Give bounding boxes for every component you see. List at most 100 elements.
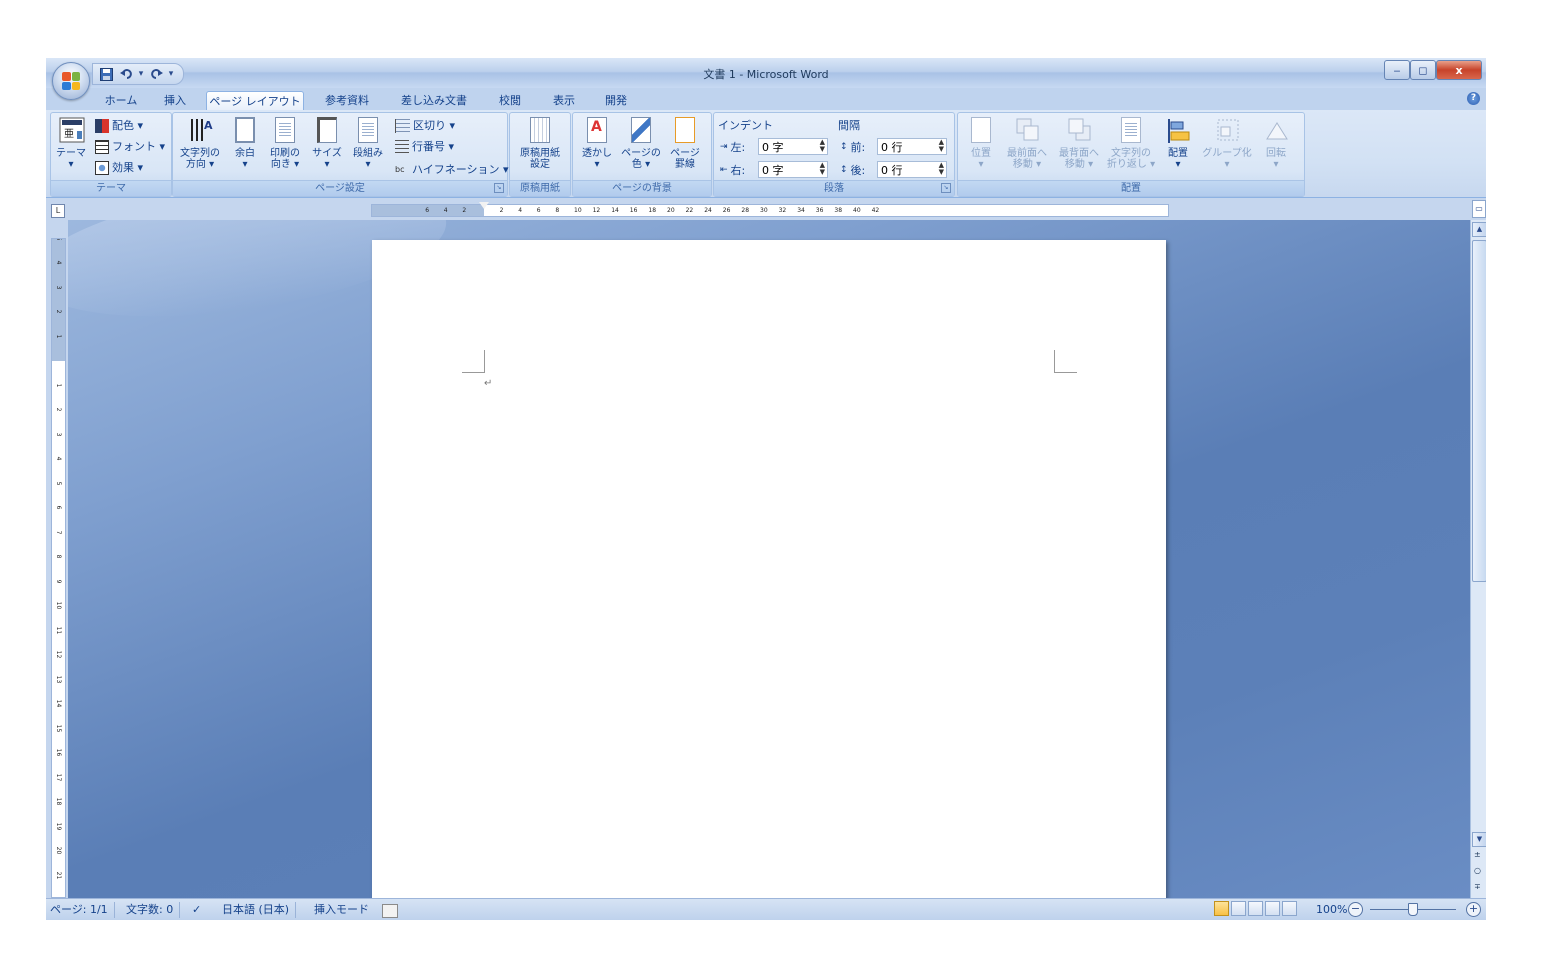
- draft-view-icon[interactable]: [1282, 901, 1297, 916]
- page-setup-launcher-icon[interactable]: ↘: [494, 183, 504, 193]
- tab-insert[interactable]: 挿入: [158, 91, 192, 110]
- text-direction-label: 文字列の: [180, 148, 220, 159]
- scroll-up-button[interactable]: ▲: [1472, 222, 1486, 237]
- paragraph-mark[interactable]: ↵: [484, 378, 492, 389]
- zoom-slider-thumb[interactable]: [1408, 903, 1418, 916]
- save-icon[interactable]: [97, 66, 115, 82]
- full-screen-reading-view-icon[interactable]: [1231, 901, 1246, 916]
- page-color-button[interactable]: ページの 色 ▾: [619, 117, 663, 170]
- text-direction-button[interactable]: A 文字列の 方向 ▾: [177, 117, 223, 170]
- ruler-number: 4: [518, 207, 523, 214]
- position-button[interactable]: 位置 ▾: [962, 117, 1000, 170]
- office-button[interactable]: [52, 62, 90, 100]
- columns-label: 段組み: [353, 148, 383, 159]
- colors-button[interactable]: 配色 ▾: [95, 117, 143, 135]
- next-page-button[interactable]: ∓: [1474, 882, 1481, 891]
- breaks-button[interactable]: 区切り ▾: [395, 117, 455, 135]
- select-browse-object-button[interactable]: ○: [1474, 866, 1481, 875]
- indent-title: インデント: [718, 119, 773, 132]
- tab-home[interactable]: ホーム: [104, 91, 138, 110]
- minimize-button[interactable]: ‒: [1384, 60, 1410, 80]
- web-layout-view-icon[interactable]: [1248, 901, 1263, 916]
- paragraph-launcher-icon[interactable]: ↘: [941, 183, 951, 193]
- spacing-after-input[interactable]: 0 行 ▲ ▼: [877, 161, 947, 178]
- spacing-after-icon: ↕: [840, 165, 848, 175]
- tab-page-layout[interactable]: ページ レイアウト: [206, 91, 304, 111]
- send-to-back-button[interactable]: 最背面へ 移動 ▾: [1054, 117, 1104, 170]
- zoom-level[interactable]: 100%: [1316, 902, 1347, 918]
- status-language[interactable]: 日本語 (日本): [222, 902, 297, 918]
- ruler-number: 24: [704, 207, 712, 214]
- undo-dropdown-icon[interactable]: ▾: [137, 66, 145, 82]
- ruler-number: 11: [55, 626, 62, 634]
- ruler-number: 13: [55, 675, 62, 683]
- outline-view-icon[interactable]: [1265, 901, 1280, 916]
- maximize-button[interactable]: ◻: [1410, 60, 1436, 80]
- theme-button[interactable]: 亜 テーマ ▾: [55, 117, 87, 170]
- tab-review[interactable]: 校閲: [492, 91, 528, 110]
- rotate-button[interactable]: 回転 ▾: [1256, 117, 1296, 170]
- status-page[interactable]: ページ: 1/1: [50, 902, 115, 918]
- vertical-ruler[interactable]: 54321123456789101112131415161718192021: [51, 238, 66, 898]
- tab-developer[interactable]: 開発: [598, 91, 634, 110]
- ruler-number: 1: [55, 383, 62, 387]
- customize-qat-icon[interactable]: ▾: [167, 66, 175, 82]
- ruler-number: 36: [815, 207, 824, 214]
- redo-icon[interactable]: [147, 66, 165, 82]
- horizontal-ruler[interactable]: 6 4 2 2 4 6 8 10 12 14 16 18 20 22 24 26 28 30 32 34 36 38 40 4…: [371, 204, 1169, 217]
- vertical-scrollbar[interactable]: ▲ ▼ ± ○ ∓: [1470, 220, 1486, 898]
- view-buttons: [1214, 901, 1297, 916]
- window-title: 文書 1 - Microsoft Word: [703, 68, 829, 81]
- orientation-button[interactable]: 印刷の 向き ▾: [265, 117, 305, 170]
- ruler-number: 3: [55, 432, 62, 436]
- text-wrap-button[interactable]: 文字列の 折り返し ▾: [1106, 117, 1156, 170]
- spacing-title: 間隔: [838, 119, 860, 132]
- tab-selector-button[interactable]: L: [51, 204, 65, 218]
- size-button[interactable]: サイズ ▾: [309, 117, 345, 170]
- previous-page-button[interactable]: ±: [1474, 850, 1481, 859]
- spacing-before-input[interactable]: 0 行 ▲ ▼: [877, 138, 947, 155]
- document-page[interactable]: ↵: [372, 240, 1166, 898]
- spacing-before-spinner-icon[interactable]: ▲ ▼: [939, 139, 944, 153]
- macro-record-icon[interactable]: [382, 904, 398, 918]
- fonts-button[interactable]: フォント ▾: [95, 138, 165, 156]
- close-button[interactable]: x: [1436, 60, 1482, 80]
- watermark-button[interactable]: A 透かし ▾: [577, 117, 617, 170]
- margin-corner-right: [1054, 350, 1077, 373]
- zoom-in-button[interactable]: +: [1466, 902, 1481, 917]
- page-borders-button[interactable]: ページ 罫線: [665, 117, 705, 170]
- help-icon[interactable]: ?: [1467, 92, 1480, 105]
- indent-left-spinner-icon[interactable]: ▲ ▼: [820, 139, 825, 153]
- line-numbers-button[interactable]: 行番号 ▾: [395, 138, 454, 156]
- scroll-thumb[interactable]: [1472, 240, 1486, 582]
- effects-button[interactable]: 効果 ▾: [95, 159, 143, 177]
- hyphenation-button[interactable]: bc ハイフネーション ▾: [395, 161, 509, 179]
- manuscript-settings-button[interactable]: 原稿用紙 設定: [514, 117, 566, 170]
- ruler-number: 16: [629, 207, 638, 214]
- print-layout-view-icon[interactable]: [1214, 901, 1229, 916]
- bring-to-front-button[interactable]: 最前面へ 移動 ▾: [1002, 117, 1052, 170]
- indent-left-input[interactable]: 0 字 ▲ ▼: [758, 138, 828, 155]
- undo-icon[interactable]: [117, 66, 135, 82]
- status-insert-mode[interactable]: 挿入モード: [314, 902, 369, 918]
- indent-right-input[interactable]: 0 字 ▲ ▼: [758, 161, 828, 178]
- tab-references[interactable]: 参考資料: [318, 91, 376, 110]
- ruler-number: 6: [536, 207, 541, 214]
- orientation-icon: [273, 117, 297, 145]
- ruler-number: 4: [55, 456, 62, 461]
- manuscript-icon: [528, 117, 552, 145]
- tab-view[interactable]: 表示: [546, 91, 582, 110]
- split-box-icon[interactable]: ▭: [1472, 200, 1486, 218]
- group-objects-button[interactable]: グループ化 ▾: [1200, 117, 1254, 170]
- zoom-out-button[interactable]: −: [1348, 902, 1363, 917]
- first-line-indent-icon[interactable]: [479, 202, 489, 209]
- spacing-after-spinner-icon[interactable]: ▲ ▼: [939, 162, 944, 176]
- status-word-count[interactable]: 文字数: 0: [126, 902, 181, 918]
- margins-button[interactable]: 余白 ▾: [227, 117, 263, 170]
- scroll-down-button[interactable]: ▼: [1472, 832, 1486, 847]
- align-button[interactable]: 配置 ▾: [1160, 117, 1196, 170]
- proofing-icon[interactable]: ✓: [192, 902, 201, 918]
- indent-right-spinner-icon[interactable]: ▲ ▼: [820, 162, 825, 176]
- columns-button[interactable]: 段組み ▾: [349, 117, 387, 170]
- tab-mailings[interactable]: 差し込み文書: [396, 91, 472, 110]
